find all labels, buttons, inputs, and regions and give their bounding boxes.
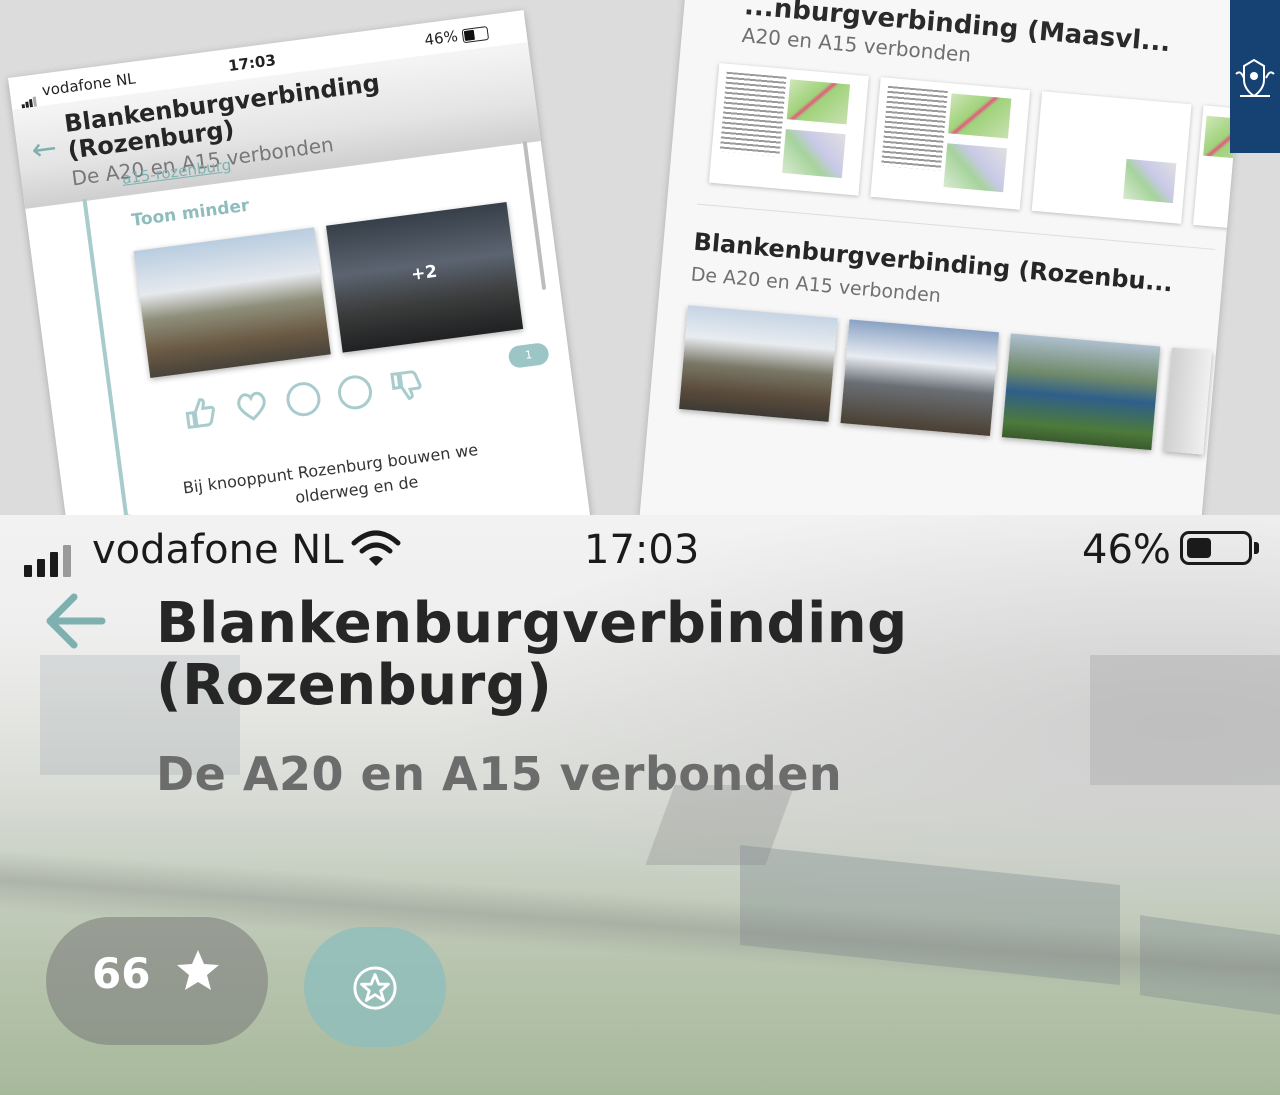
document-thumbnail[interactable] [1031, 91, 1192, 224]
battery-cap [1254, 542, 1259, 554]
star-outline-icon [352, 965, 398, 1015]
screenshot-project-list: ...nburgverbinding (Maasvl... A20 en A15… [639, 0, 1248, 567]
battery-icon [461, 25, 490, 44]
battery-icon [1180, 531, 1252, 565]
update-body-text: Bij knooppunt Rozenburg bouwen we olderw… [182, 438, 483, 524]
document-thumbnail[interactable] [708, 63, 869, 196]
project-photo[interactable] [679, 305, 838, 422]
title-line-1: Blankenburgverbinding [156, 591, 908, 656]
document-thumbnails [708, 63, 1248, 240]
title-line-2: (Rozenburg) [156, 653, 553, 718]
more-photos-count: +2 [409, 261, 439, 285]
aerial-photo-detail [1090, 655, 1280, 785]
project-photo[interactable] [1001, 333, 1161, 451]
thinking-icon[interactable] [284, 380, 323, 419]
reaction-count-badge: 1 [507, 341, 550, 369]
battery-percent: 46% [423, 27, 459, 50]
thumbs-down-icon[interactable] [387, 367, 425, 405]
reaction-bar [181, 362, 464, 438]
scrollbar[interactable] [522, 140, 547, 291]
follow-button[interactable] [304, 927, 446, 1047]
wifi-icon [350, 529, 402, 579]
construction-photo[interactable] [133, 227, 331, 378]
heart-icon[interactable] [233, 387, 271, 425]
signal-icon [20, 88, 38, 109]
star-filled-icon [174, 947, 222, 999]
carrier-label: vodafone NL [92, 527, 344, 573]
clock: 17:03 [227, 50, 277, 76]
status-bar: vodafone NL 17:03 46% [0, 515, 1280, 585]
follower-count-pill[interactable]: 66 [46, 917, 268, 1045]
coat-of-arms-icon [1235, 58, 1275, 98]
signal-icon [24, 531, 76, 577]
clock: 17:03 [584, 527, 700, 573]
page-subtitle: De A20 en A15 verbonden [156, 747, 843, 801]
follower-count: 66 [92, 949, 151, 998]
sad-icon[interactable] [335, 373, 375, 412]
page-title: Blankenburgverbinding (Rozenburg) [156, 593, 908, 717]
project-photo[interactable] [840, 319, 999, 437]
government-emblem-logo [1230, 0, 1280, 153]
back-arrow-icon[interactable]: ← [29, 130, 58, 168]
toon-minder-link[interactable]: Toon minder [130, 196, 250, 231]
thumbs-up-icon[interactable] [181, 394, 219, 432]
battery-percent: 46% [1082, 527, 1171, 573]
back-arrow-icon[interactable] [40, 585, 112, 657]
screenshot-header-enlarged: vodafone NL 17:03 46% Blankenburgverbind… [0, 515, 1280, 1095]
project-photo[interactable] [1163, 347, 1213, 455]
document-thumbnail[interactable] [870, 77, 1031, 210]
